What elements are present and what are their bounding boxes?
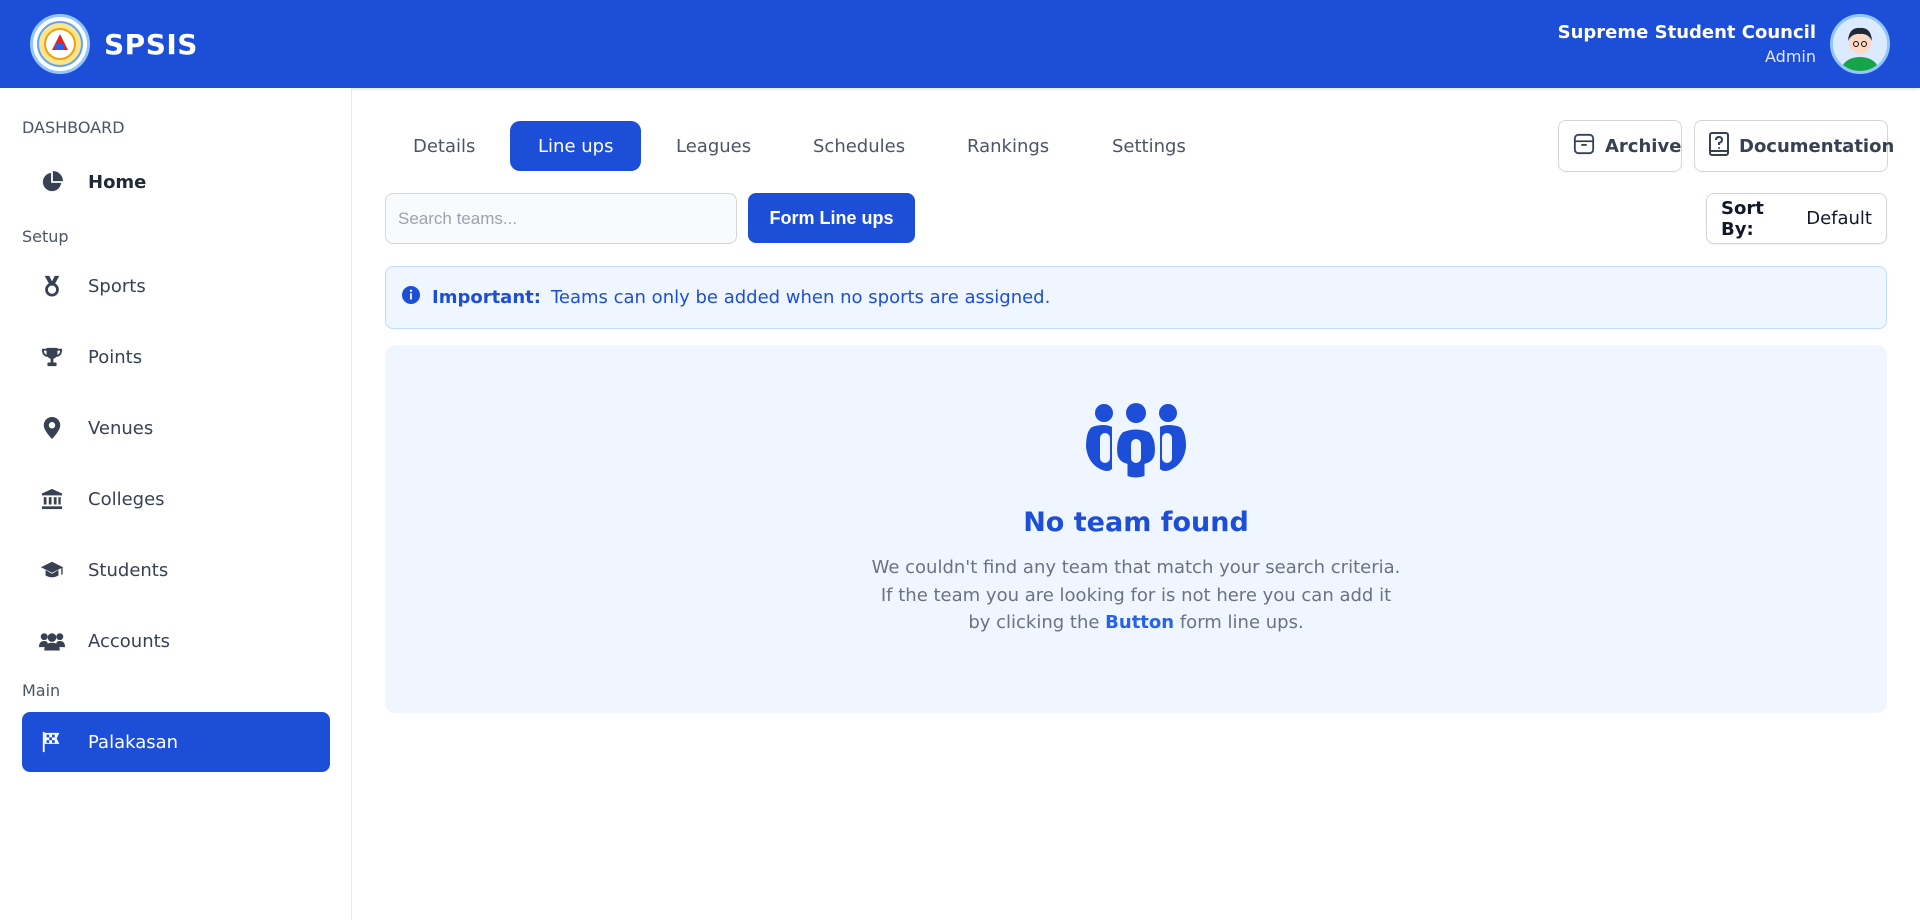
sort-dropdown[interactable]: Sort By: Default	[1706, 193, 1887, 244]
archive-box-icon	[1573, 133, 1595, 160]
users-group-icon	[1082, 403, 1190, 483]
sidebar-item-points[interactable]: Points	[22, 327, 330, 387]
sidebar-item-home[interactable]: Home	[22, 152, 330, 212]
user-menu[interactable]: Supreme Student Council Admin	[1558, 14, 1890, 74]
medal-icon	[38, 272, 66, 300]
sidebar-item-label: Students	[88, 559, 169, 581]
empty-state-line: by clicking the Button form line ups.	[385, 612, 1887, 633]
book-question-icon	[1709, 131, 1729, 161]
alert-title: Important:	[432, 287, 541, 308]
graduation-cap-icon	[38, 556, 66, 584]
avatar[interactable]	[1830, 14, 1890, 74]
sidebar-item-label: Sports	[88, 275, 146, 297]
sort-value: Default	[1806, 208, 1872, 229]
tab-line-ups[interactable]: Line ups	[510, 121, 642, 171]
top-navbar: SPSIS Supreme Student Council Admin	[0, 0, 1920, 88]
user-name: Supreme Student Council	[1557, 22, 1816, 43]
chart-pie-icon	[38, 168, 66, 196]
sidebar: DASHBOARD Home Setup Sports Points Venue…	[0, 88, 352, 920]
archive-button[interactable]: Archive	[1558, 120, 1682, 172]
sidebar-item-sports[interactable]: Sports	[22, 256, 330, 316]
sidebar-item-colleges[interactable]: Colleges	[22, 469, 330, 529]
sort-label: Sort By:	[1721, 197, 1764, 240]
documentation-label: Documentation	[1739, 135, 1895, 157]
empty-state-line: If the team you are looking for is not h…	[880, 585, 1392, 606]
sidebar-section-dashboard: DASHBOARD	[22, 118, 125, 137]
empty-state-button-highlight: Button	[1105, 612, 1175, 633]
tab-details[interactable]: Details	[385, 121, 503, 171]
empty-state-text: by clicking the	[968, 612, 1100, 633]
sidebar-item-students[interactable]: Students	[22, 540, 330, 600]
sidebar-item-palakasan[interactable]: Palakasan	[22, 712, 330, 772]
user-role: Admin	[1765, 47, 1816, 66]
empty-state-title: No team found	[1023, 507, 1249, 538]
app-logo	[30, 14, 90, 74]
sidebar-item-accounts[interactable]: Accounts	[22, 611, 330, 671]
search-input[interactable]	[385, 193, 737, 244]
alert-message: Teams can only be added when no sports a…	[550, 287, 1051, 308]
sidebar-item-label: Points	[88, 346, 143, 368]
sidebar-item-venues[interactable]: Venues	[22, 398, 330, 458]
sidebar-section-main: Main	[22, 681, 61, 700]
info-circle-icon	[402, 286, 420, 309]
archive-label: Archive	[1605, 135, 1682, 157]
building-columns-icon	[38, 485, 66, 513]
app-name: SPSIS	[104, 27, 198, 61]
form-line-ups-button[interactable]: Form Line ups	[748, 193, 915, 243]
sidebar-item-label: Palakasan	[88, 731, 179, 753]
sidebar-item-label: Venues	[88, 417, 154, 439]
empty-state-line: We couldn't find any team that match you…	[871, 557, 1401, 578]
important-alert: Important: Teams can only be added when …	[385, 266, 1887, 329]
sidebar-item-label: Home	[88, 171, 147, 193]
checkered-flag-icon	[38, 728, 66, 756]
empty-state-text: form line ups.	[1179, 612, 1304, 633]
sidebar-section-setup: Setup	[22, 227, 69, 246]
tab-schedules[interactable]: Schedules	[785, 121, 933, 171]
tab-rankings[interactable]: Rankings	[939, 121, 1077, 171]
sidebar-item-label: Colleges	[88, 488, 165, 510]
tab-settings[interactable]: Settings	[1084, 121, 1214, 171]
brand[interactable]: SPSIS	[30, 14, 198, 74]
documentation-button[interactable]: Documentation	[1694, 120, 1894, 172]
trophy-icon	[38, 343, 66, 371]
empty-state: No team found We couldn't find any team …	[385, 345, 1887, 713]
users-icon	[38, 627, 66, 655]
map-pin-icon	[38, 414, 66, 442]
tab-leagues[interactable]: Leagues	[648, 121, 779, 171]
sidebar-item-label: Accounts	[88, 630, 171, 652]
